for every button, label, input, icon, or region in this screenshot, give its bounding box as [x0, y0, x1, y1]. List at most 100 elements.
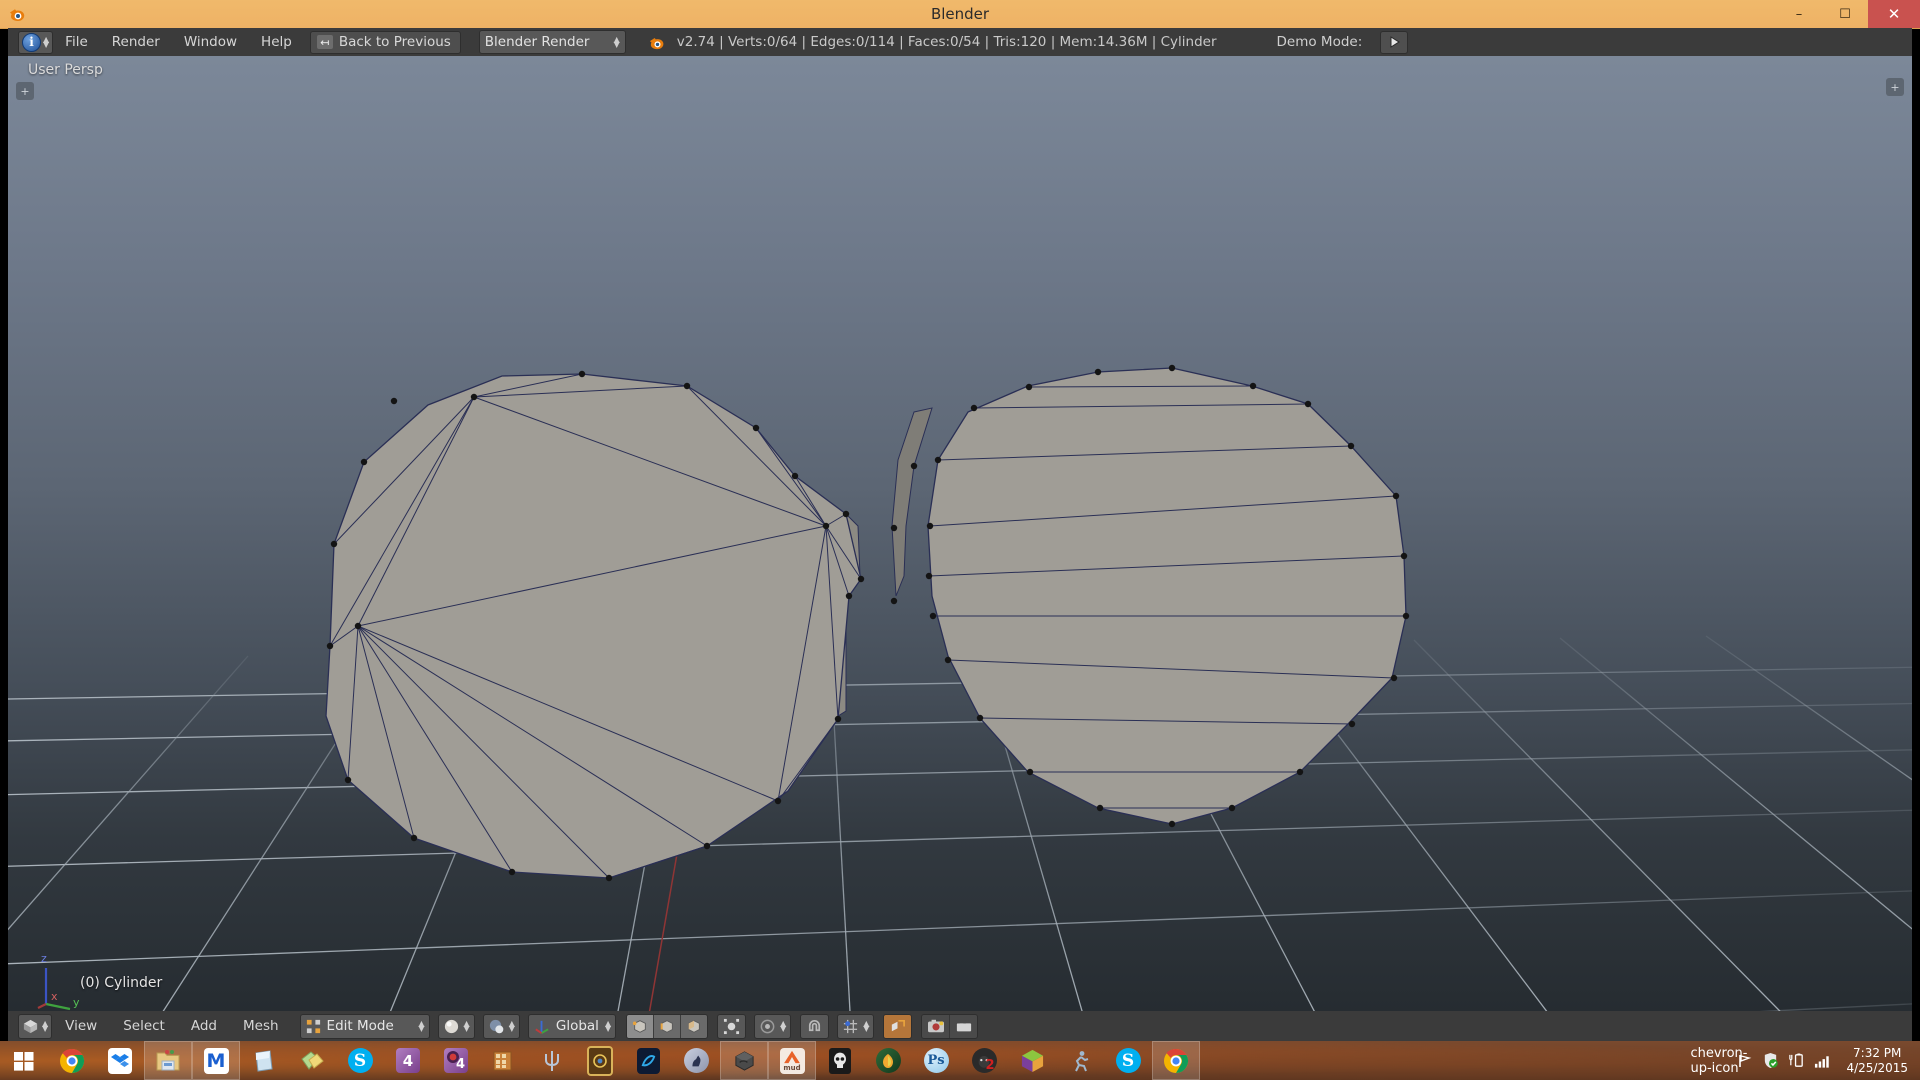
flag-icon[interactable]: [1736, 1052, 1753, 1069]
face-select-icon: [688, 1020, 700, 1033]
taskbar-app-blue-swirl-icon[interactable]: [624, 1041, 672, 1080]
edge-select-button[interactable]: [654, 1014, 682, 1038]
menu-add[interactable]: Add: [178, 1018, 230, 1034]
render-buttons-group: [921, 1013, 979, 1039]
blue-swirl-icon: [641, 1055, 655, 1067]
shading-extra-selector[interactable]: ▲ ▼: [482, 1013, 520, 1039]
3d-view-header: ▲ ▼ View Select Add Mesh Edit Mode ▲ ▼ ▲ ▼: [8, 1011, 1912, 1041]
left-cylinder-mesh[interactable]: [325, 370, 865, 882]
taskbar-app-film-reel-icon[interactable]: [480, 1041, 528, 1080]
taskbar-app-green-cube-icon[interactable]: [1008, 1041, 1056, 1080]
limit-selection-to-visible-button[interactable]: [883, 1013, 913, 1039]
interaction-mode-value: Edit Mode: [326, 1018, 394, 1034]
3d-viewport[interactable]: z y x User Persp (0) Cylinder + +: [8, 56, 1912, 1011]
pivot-point-button[interactable]: [717, 1013, 747, 1039]
taskbar-app-trident-icon[interactable]: [528, 1041, 576, 1080]
taskbar-app-mudbox-icon[interactable]: mud: [768, 1041, 816, 1080]
taskbar-app-purple-four-icon[interactable]: 4: [384, 1041, 432, 1080]
back-to-previous-button[interactable]: ↤ Back to Previous: [309, 30, 461, 54]
chevron-up-icon[interactable]: chevron-up-icon: [1690, 1046, 1747, 1076]
taskbar-app-file-explorer-icon[interactable]: [144, 1041, 192, 1080]
taskbar-app-skype-icon[interactable]: S: [336, 1041, 384, 1080]
updown-arrows-icon: ▲ ▼: [780, 1019, 787, 1033]
updown-arrows-icon: ▲ ▼: [508, 1019, 515, 1033]
network-signal-icon[interactable]: [1814, 1052, 1831, 1069]
taskbar-app-photoshop-icon[interactable]: Ps: [912, 1041, 960, 1080]
menu-window[interactable]: Window: [172, 28, 249, 56]
menu-mesh[interactable]: Mesh: [230, 1018, 292, 1034]
taskbar-items: M S 4 4 mud Ps 2 S: [0, 1041, 1200, 1080]
taskbar-app-horse-icon[interactable]: [672, 1041, 720, 1080]
menu-file[interactable]: File: [53, 28, 100, 56]
updown-arrows-icon: ▲ ▼: [463, 1019, 470, 1033]
taskbar-app-purple-record-icon[interactable]: 4: [432, 1041, 480, 1080]
material-sphere-icon: [489, 1019, 504, 1033]
taskbar-app-skull-icon[interactable]: [816, 1041, 864, 1080]
windows-taskbar: M S 4 4 mud Ps 2 S chevron-up-icon 7:32 …: [0, 1041, 1920, 1080]
snap-toggle-button[interactable]: [800, 1013, 830, 1039]
shield-check-icon[interactable]: [1762, 1052, 1779, 1069]
limit-selection-visible-icon: [892, 1019, 906, 1031]
taskbar-app-dropbox-icon[interactable]: [96, 1041, 144, 1080]
maximize-button[interactable]: ☐: [1822, 0, 1868, 28]
updown-arrows-icon: ▲ ▼: [613, 35, 620, 49]
clock-date: 4/25/2015: [1846, 1060, 1908, 1075]
toolshelf-toggle[interactable]: +: [16, 82, 34, 100]
transform-orientation-selector[interactable]: Global ▲ ▼: [527, 1013, 617, 1039]
interaction-mode-selector[interactable]: Edit Mode ▲ ▼: [299, 1013, 430, 1039]
edge-select-icon: [660, 1020, 673, 1033]
render-engine-selector[interactable]: Blender Render ▲ ▼: [478, 30, 626, 54]
clock-time: 7:32 PM: [1853, 1045, 1902, 1060]
play-triangle-icon: [1390, 36, 1401, 48]
close-button[interactable]: ✕: [1868, 0, 1920, 28]
face-select-button[interactable]: [681, 1014, 708, 1038]
taskbar-app-chrome-icon[interactable]: [48, 1041, 96, 1080]
fl-studio-icon: [883, 1053, 893, 1068]
taskbar-app-blender-taskbar-icon[interactable]: [720, 1041, 768, 1080]
taskbar-app-mouse2-icon[interactable]: 2: [960, 1041, 1008, 1080]
demo-mode-label: Demo Mode:: [1276, 34, 1363, 50]
battery-icon[interactable]: [1788, 1052, 1805, 1069]
taskbar-app-chrome2-icon[interactable]: [1152, 1041, 1200, 1080]
proportional-edit-icon: [760, 1019, 775, 1033]
chrome-icon: [60, 1048, 85, 1073]
solid-shading-icon: [444, 1019, 458, 1033]
render-animation-icon: [956, 1019, 972, 1032]
taskbar-app-malwarebytes-icon[interactable]: M: [192, 1041, 240, 1080]
right-cylinder-mesh[interactable]: [890, 364, 1410, 828]
editor-type-selector[interactable]: i ▲ ▼: [18, 30, 54, 54]
windows-start-button[interactable]: [0, 1041, 48, 1080]
taskbar-app-runner-icon[interactable]: [1056, 1041, 1104, 1080]
taskbar-app-hearthstone-icon[interactable]: [576, 1041, 624, 1080]
taskbar-clock[interactable]: 7:32 PM 4/25/2015: [1840, 1046, 1912, 1076]
taskbar-app-fl-studio-icon[interactable]: [864, 1041, 912, 1080]
blender-logo-icon: [649, 37, 664, 49]
dropbox-icon: [111, 1053, 129, 1067]
taskbar-app-sticky-notes-icon[interactable]: [288, 1041, 336, 1080]
3d-view-editor-icon: [23, 1019, 38, 1033]
properties-panel-toggle[interactable]: +: [1886, 78, 1904, 96]
scene-statistics: v2.74 | Verts:0/64 | Edges:0/114 | Faces…: [676, 34, 1217, 50]
demo-mode-play-button[interactable]: [1380, 30, 1409, 54]
proportional-edit-selector[interactable]: ▲ ▼: [754, 1013, 792, 1039]
menu-view[interactable]: View: [52, 1018, 110, 1034]
minimize-button[interactable]: –: [1776, 0, 1822, 28]
back-arrow-icon: ↤: [316, 35, 333, 49]
menu-help[interactable]: Help: [249, 28, 304, 56]
svg-text:y: y: [73, 996, 80, 1009]
taskbar-app-skype2-icon[interactable]: S: [1104, 1041, 1152, 1080]
snap-element-selector[interactable]: ▲ ▼: [837, 1013, 875, 1039]
menu-render[interactable]: Render: [100, 28, 172, 56]
taskbar-app-notes-icon[interactable]: [240, 1041, 288, 1080]
green-cube-icon: [1021, 1049, 1043, 1073]
editor-type-selector-3dview[interactable]: ▲ ▼: [18, 1013, 53, 1039]
mesh-select-mode-group: [626, 1013, 709, 1039]
render-image-button[interactable]: [922, 1014, 951, 1038]
menu-select[interactable]: Select: [110, 1018, 178, 1034]
viewport-shading-selector[interactable]: ▲ ▼: [437, 1013, 475, 1039]
info-editor-header: i ▲ ▼ File Render Window Help ↤ Back to P…: [8, 28, 1912, 56]
vertex-select-button[interactable]: [627, 1014, 655, 1038]
network-signal-glyph-icon: [1815, 1055, 1830, 1068]
flag-glyph-icon: [1739, 1054, 1752, 1067]
render-animation-button[interactable]: [950, 1014, 978, 1038]
